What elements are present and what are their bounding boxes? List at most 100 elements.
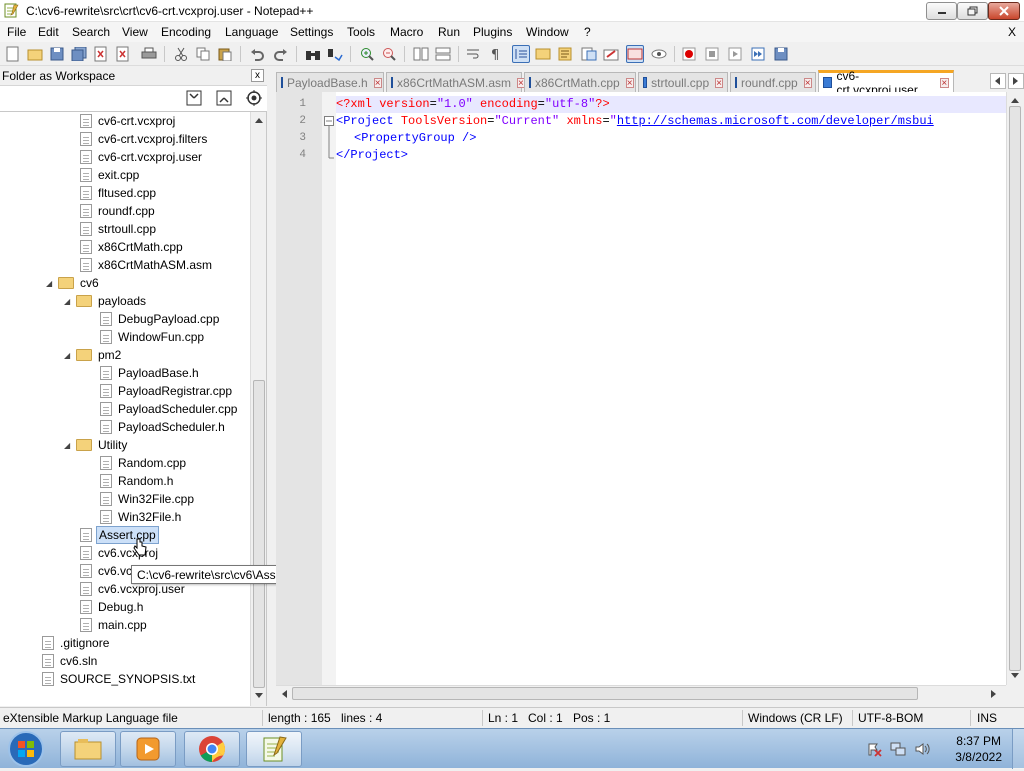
editor-hscrollbar[interactable] bbox=[276, 685, 1006, 701]
tray-volume-icon[interactable] bbox=[914, 741, 930, 757]
close-button[interactable] bbox=[988, 2, 1020, 20]
scroll-up-icon[interactable] bbox=[254, 116, 264, 124]
tree-folder[interactable]: ◢ pm2 bbox=[64, 346, 123, 364]
taskbar-media-player[interactable] bbox=[120, 731, 176, 767]
doc-map-button[interactable] bbox=[556, 45, 574, 63]
menu-search[interactable]: Search bbox=[72, 25, 110, 39]
tree-item[interactable]: cv6-crt.vcxproj.user bbox=[80, 148, 204, 166]
scroll-down-icon[interactable] bbox=[254, 692, 264, 700]
tree-item[interactable]: PayloadBase.h bbox=[100, 364, 201, 382]
menu-language[interactable]: Language bbox=[225, 25, 278, 39]
find-button[interactable] bbox=[304, 45, 322, 63]
editor-hscroll-thumb[interactable] bbox=[292, 687, 918, 700]
tree-item[interactable]: x86CrtMathASM.asm bbox=[80, 256, 214, 274]
minimize-button[interactable] bbox=[926, 2, 957, 20]
taskbar-notepadpp[interactable] bbox=[246, 731, 302, 767]
word-wrap-button[interactable] bbox=[464, 45, 482, 63]
tree-item[interactable]: DebugPayload.cpp bbox=[100, 310, 221, 328]
macro-record-button[interactable] bbox=[680, 45, 698, 63]
macro-stop-button[interactable] bbox=[703, 45, 721, 63]
start-button[interactable] bbox=[6, 730, 46, 768]
tree-item[interactable]: Win32File.h bbox=[100, 508, 183, 526]
editor-vscrollbar[interactable] bbox=[1006, 92, 1022, 685]
menu-window[interactable]: Window bbox=[526, 25, 569, 39]
fold-minus-icon[interactable] bbox=[324, 116, 334, 166]
close-file-button[interactable] bbox=[92, 45, 110, 63]
schema-link[interactable]: http://schemas.microsoft.com/developer/m… bbox=[617, 114, 934, 128]
tree-folder[interactable]: ◢ Utility bbox=[64, 436, 129, 454]
cut-button[interactable] bbox=[172, 45, 190, 63]
collapse-all-button[interactable] bbox=[186, 90, 202, 109]
expand-triangle-icon[interactable]: ◢ bbox=[64, 297, 74, 306]
menu-edit[interactable]: Edit bbox=[38, 25, 59, 39]
tab-close-icon[interactable]: × bbox=[803, 77, 812, 88]
print-button[interactable] bbox=[140, 45, 158, 63]
tree-item[interactable]: cv6-crt.vcxproj bbox=[80, 112, 177, 130]
monitoring-button[interactable] bbox=[626, 45, 644, 63]
new-file-button[interactable] bbox=[4, 45, 22, 63]
indent-guide-button[interactable] bbox=[512, 45, 530, 63]
menu-run[interactable]: Run bbox=[438, 25, 460, 39]
menu-plugins[interactable]: Plugins bbox=[473, 25, 512, 39]
replace-button[interactable] bbox=[326, 45, 344, 63]
expand-triangle-icon[interactable]: ◢ bbox=[64, 351, 74, 360]
show-desktop-button[interactable] bbox=[1012, 729, 1024, 769]
tree-item[interactable]: Random.h bbox=[100, 472, 175, 490]
tab-payloadbase[interactable]: PayloadBase.h × bbox=[276, 72, 384, 92]
expand-all-button[interactable] bbox=[216, 90, 232, 109]
tab-close-icon[interactable]: × bbox=[625, 77, 634, 88]
menu-settings[interactable]: Settings bbox=[290, 25, 333, 39]
tree-item[interactable]: exit.cpp bbox=[80, 166, 141, 184]
menu-file[interactable]: File bbox=[7, 25, 26, 39]
tree-item[interactable]: main.cpp bbox=[80, 616, 149, 634]
macro-save-button[interactable] bbox=[772, 45, 790, 63]
tree-item[interactable]: roundf.cpp bbox=[80, 202, 157, 220]
preview-button[interactable] bbox=[650, 45, 668, 63]
macro-play-button[interactable] bbox=[726, 45, 744, 63]
save-button[interactable] bbox=[48, 45, 66, 63]
menu-help[interactable]: ? bbox=[584, 25, 591, 39]
taskbar-explorer[interactable] bbox=[60, 731, 116, 767]
save-all-button[interactable] bbox=[70, 45, 88, 63]
close-document-button[interactable]: X bbox=[1008, 25, 1016, 39]
sync-horizontal-button[interactable] bbox=[434, 45, 452, 63]
tree-item[interactable]: .gitignore bbox=[42, 634, 111, 652]
scroll-right-icon[interactable] bbox=[990, 689, 998, 699]
tree-item[interactable]: x86CrtMath.cpp bbox=[80, 238, 185, 256]
tree-item[interactable]: cv6.sln bbox=[42, 652, 99, 670]
tray-action-center-icon[interactable] bbox=[866, 741, 882, 757]
tray-network-icon[interactable] bbox=[890, 741, 906, 757]
tree-item[interactable]: Random.cpp bbox=[100, 454, 188, 472]
locate-file-button[interactable] bbox=[246, 90, 262, 109]
show-all-chars-button[interactable]: ¶ bbox=[486, 45, 504, 63]
scroll-up-icon[interactable] bbox=[1010, 96, 1020, 104]
tree-item[interactable]: SOURCE_SYNOPSIS.txt bbox=[42, 670, 197, 688]
editor-area[interactable]: 1 2 3 4 <?xml version="1.0" encoding="ut… bbox=[276, 92, 1006, 685]
tab-close-icon[interactable]: × bbox=[715, 77, 723, 88]
maximize-button[interactable] bbox=[957, 2, 988, 20]
menu-view[interactable]: View bbox=[122, 25, 148, 39]
zoom-in-button[interactable] bbox=[358, 45, 376, 63]
status-eol[interactable]: Windows (CR LF) bbox=[748, 711, 843, 725]
tree-item[interactable]: fltused.cpp bbox=[80, 184, 158, 202]
menu-encoding[interactable]: Encoding bbox=[161, 25, 211, 39]
expand-triangle-icon[interactable]: ◢ bbox=[64, 441, 74, 450]
tree-item[interactable]: WindowFun.cpp bbox=[100, 328, 206, 346]
tree-item[interactable]: strtoull.cpp bbox=[80, 220, 158, 238]
tree-item[interactable]: cv6-crt.vcxproj.filters bbox=[80, 130, 209, 148]
udl-button[interactable] bbox=[534, 45, 552, 63]
close-all-button[interactable] bbox=[114, 45, 132, 63]
open-file-button[interactable] bbox=[26, 45, 44, 63]
tab-x86crtmath[interactable]: x86CrtMath.cpp × bbox=[524, 72, 636, 92]
tree-scroll-thumb[interactable] bbox=[253, 380, 265, 688]
macro-play-multiple-button[interactable] bbox=[749, 45, 767, 63]
tab-close-icon[interactable]: × bbox=[939, 77, 950, 88]
menu-macro[interactable]: Macro bbox=[390, 25, 423, 39]
tree-item[interactable]: Debug.h bbox=[80, 598, 145, 616]
tab-cv6-crt-vcxproj-user[interactable]: cv6-crt.vcxproj.user × bbox=[818, 69, 954, 97]
panel-close-button[interactable]: x bbox=[251, 69, 264, 82]
tree-item[interactable]: cv6.vcxproj bbox=[80, 544, 160, 562]
scroll-down-icon[interactable] bbox=[1010, 672, 1020, 680]
editor-vscroll-thumb[interactable] bbox=[1009, 106, 1021, 671]
tree-item[interactable]: Win32File.cpp bbox=[100, 490, 196, 508]
